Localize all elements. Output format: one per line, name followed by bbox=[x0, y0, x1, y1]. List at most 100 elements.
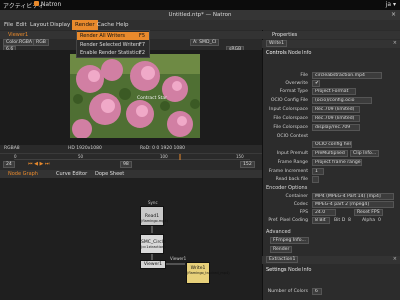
menu-render[interactable]: Render bbox=[72, 20, 98, 30]
write1-sub: (flamingo_tracked_mp4) bbox=[187, 271, 230, 275]
channel-select[interactable]: RGB bbox=[33, 39, 49, 46]
input-premult-label: Input Premult bbox=[276, 151, 308, 156]
tab-info[interactable]: Info bbox=[302, 50, 311, 56]
menu-layout[interactable]: Layout bbox=[30, 22, 49, 28]
bit-depth-value[interactable]: 8 bbox=[348, 218, 351, 223]
playback-bar: 24 ⏮ ◀ ▶ ⏭ 98 152 bbox=[0, 160, 262, 170]
tab-info-2[interactable]: Info bbox=[302, 267, 311, 273]
menu-item-render-statistics[interactable]: Enable Render Statistics F2 bbox=[77, 49, 149, 57]
tick-0: 0 bbox=[14, 154, 17, 159]
render-selected-label: Render Selected Writers bbox=[80, 42, 141, 48]
extraction-close-icon[interactable]: × bbox=[393, 256, 397, 262]
frame-range-label: Frame Range bbox=[277, 160, 308, 165]
render-stats-shortcut: F2 bbox=[138, 50, 145, 56]
pixel-coding-label: Pref. Pixel Coding bbox=[268, 218, 308, 223]
tick-150: 150 bbox=[236, 154, 244, 159]
menu-cache[interactable]: Cache bbox=[97, 22, 114, 28]
ocio-config-field[interactable]: (ocio)/config.ocio bbox=[312, 97, 372, 104]
a-input-select[interactable]: A: SMD_CI bbox=[190, 39, 220, 46]
system-top-bar: アクティビティ Natron ja ▾ bbox=[0, 0, 400, 10]
row-overwrite: Overwrite ✔ bbox=[262, 80, 400, 88]
overwrite-label: Overwrite bbox=[285, 81, 308, 86]
ocio-help-button[interactable]: OCIO config help... bbox=[312, 141, 352, 148]
menu-item-render-all-writers[interactable]: Render All Writers F5 bbox=[77, 32, 149, 40]
render-all-shortcut: F5 bbox=[138, 33, 145, 39]
end-frame-field[interactable]: 152 bbox=[240, 161, 255, 168]
app-name[interactable]: Natron bbox=[41, 1, 61, 8]
tab-node-graph[interactable]: Node Graph bbox=[8, 171, 38, 177]
play-controls-icon[interactable]: ⏮ ◀ ▶ ⏭ bbox=[28, 161, 49, 167]
menu-item-render-selected-writers[interactable]: Render Selected Writers F7 bbox=[77, 41, 149, 49]
node-smc-circle[interactable]: SMC_Circle (cc1xtraction) bbox=[140, 234, 166, 254]
input-premult-select[interactable]: PreMultiplied bbox=[312, 150, 348, 157]
file-colorspace2-select[interactable]: display/rec.709 bbox=[312, 124, 360, 131]
ocio-context-label: OCIO Context bbox=[276, 134, 308, 139]
tab-viewer1[interactable]: Viewer1 bbox=[8, 32, 28, 38]
info-format: RGBA8 bbox=[4, 146, 20, 151]
container-select[interactable]: MP4 (MPEG-4 Part 14) [mp4] bbox=[312, 193, 394, 200]
clip-info-button[interactable]: Clip Info... bbox=[350, 150, 380, 157]
bit-depth-label: Bit D bbox=[334, 218, 346, 223]
frame-range-select[interactable]: Project frame range bbox=[312, 159, 362, 166]
window-close-icon[interactable]: × bbox=[391, 11, 396, 18]
file-label: File bbox=[300, 73, 308, 78]
node-read1[interactable]: Read1 (flamingo.mp4) bbox=[140, 206, 168, 226]
menu-edit[interactable]: Edit bbox=[16, 22, 27, 28]
fps-encoder-field[interactable]: 24.0 bbox=[312, 209, 336, 216]
render-all-label: Render All Writers bbox=[80, 33, 126, 39]
fps-field[interactable]: 24 bbox=[3, 161, 15, 168]
write1-name-field[interactable]: Write1 bbox=[266, 40, 288, 47]
reset-fps-button[interactable]: Reset FPS bbox=[354, 209, 383, 216]
row-file-colorspace-2: File Colorspace display/rec.709 bbox=[262, 124, 400, 132]
row-ocio-help: OCIO config help... bbox=[262, 141, 400, 149]
system-user-menu[interactable]: ja ▾ bbox=[386, 1, 396, 8]
tab-node-2[interactable]: Node bbox=[288, 267, 301, 273]
row-codec: Codec MPEG-4 part 2 [mpeg4] bbox=[262, 201, 400, 209]
menu-display[interactable]: Display bbox=[50, 22, 70, 28]
viewer-infobar: RGBA8 HD 1920x1080 RoD: 0 0 1920 1080 bbox=[0, 145, 262, 153]
input-colorspace-label: Input Colorspace bbox=[269, 107, 308, 112]
menu-file[interactable]: File bbox=[4, 22, 13, 28]
window-titlebar: Untitled.ntp* — Natron × bbox=[0, 10, 400, 20]
file-colorspace-select[interactable]: Rec.709 (limited) bbox=[312, 115, 360, 122]
sync-label: Sync bbox=[148, 200, 158, 205]
row-frame-increment: Frame Increment 1 bbox=[262, 168, 400, 176]
extraction-header: Extraction1 × bbox=[262, 256, 400, 264]
render-button[interactable]: Render bbox=[270, 246, 293, 253]
tick-100: 100 bbox=[160, 154, 168, 159]
file-field[interactable]: circleabstraction.mp4 bbox=[312, 72, 382, 79]
menu-help[interactable]: Help bbox=[116, 22, 129, 28]
file-colorspace-label: File Colorspace bbox=[273, 116, 308, 121]
pixel-coding-select[interactable]: 8 Bit bbox=[312, 217, 330, 224]
node-viewer1[interactable]: Viewer1 bbox=[140, 260, 166, 269]
node-graph-tabbar: Node Graph Curve Editor Dope Sheet bbox=[0, 170, 262, 178]
alpha-value[interactable]: 0 bbox=[378, 218, 381, 223]
codec-select[interactable]: MPEG-4 part 2 [mpeg4] bbox=[312, 201, 394, 208]
codec-label: Codec bbox=[293, 202, 308, 207]
node-write1[interactable]: Write1 (flamingo_tracked_mp4) bbox=[186, 262, 230, 284]
row-container: Container MP4 (MPEG-4 Part 14) [mp4] bbox=[262, 193, 400, 201]
row-fps: FPS 24.0 Reset FPS bbox=[262, 209, 400, 217]
smc-sub: (cc1xtraction) bbox=[141, 245, 166, 249]
overwrite-checkbox[interactable]: ✔ bbox=[312, 80, 320, 87]
row-format-type: Format Type Project Format bbox=[262, 88, 400, 96]
number-of-colors-field[interactable]: 6 bbox=[312, 288, 322, 295]
read-back-checkbox[interactable] bbox=[312, 176, 319, 183]
frame-increment-field[interactable]: 1 bbox=[312, 168, 324, 175]
tab-controls[interactable]: Controls bbox=[266, 50, 287, 56]
format-type-label: Format Type bbox=[279, 89, 308, 94]
format-type-select[interactable]: Project Format bbox=[312, 88, 356, 95]
tab-settings[interactable]: Settings bbox=[266, 267, 287, 273]
tab-dope-sheet[interactable]: Dope Sheet bbox=[95, 171, 124, 177]
input-colorspace-select[interactable]: Rec.709 (limited) bbox=[312, 106, 360, 113]
properties-tabbar: Properties bbox=[262, 31, 400, 39]
properties-title: Properties bbox=[272, 32, 298, 38]
layer-select[interactable]: Color.RGBA bbox=[3, 39, 36, 46]
tab-node[interactable]: Node bbox=[288, 50, 301, 56]
ffmpeg-info-button[interactable]: FFmpeg Info... bbox=[270, 237, 309, 244]
file-colorspace2-label: File Colorspace bbox=[273, 125, 308, 130]
current-frame-field[interactable]: 98 bbox=[120, 161, 132, 168]
extraction-name-field[interactable]: Extraction1 bbox=[266, 256, 299, 263]
tab-curve-editor[interactable]: Curve Editor bbox=[56, 171, 87, 177]
header-close-icon[interactable]: × bbox=[393, 40, 397, 46]
